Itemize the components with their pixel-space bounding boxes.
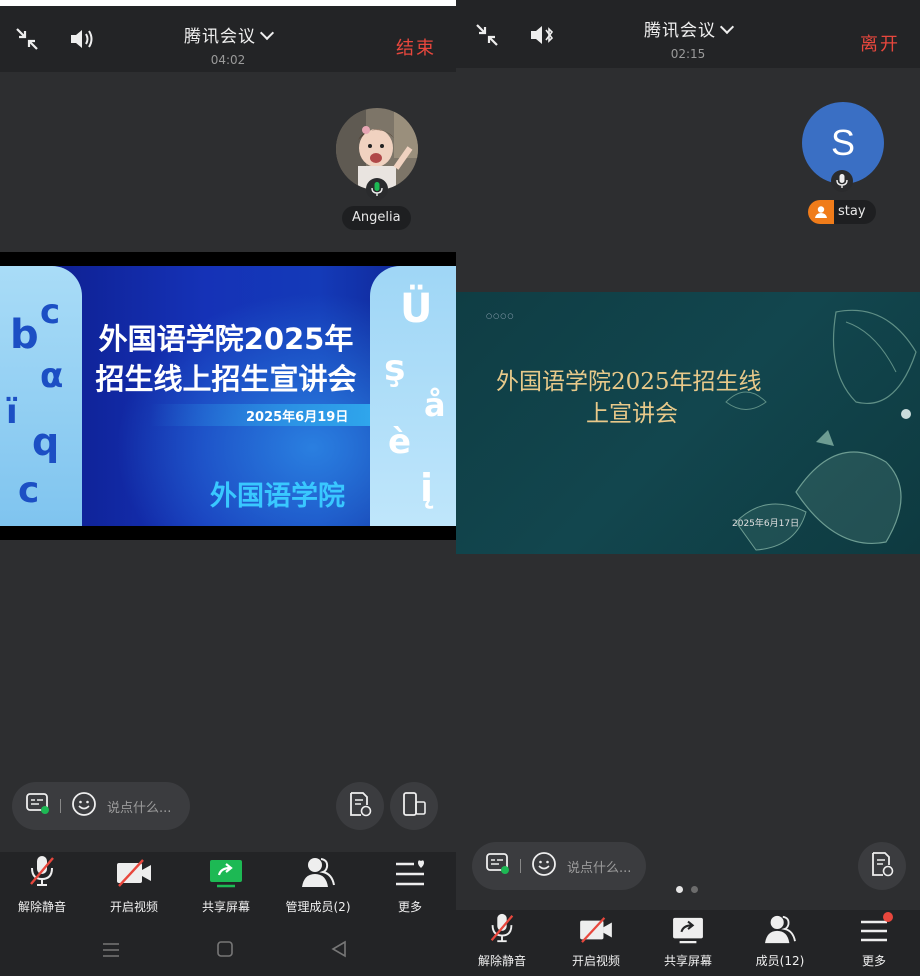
letter-deco: ï [6, 392, 18, 432]
share-screen-icon[interactable] [671, 916, 705, 948]
document-button[interactable] [336, 782, 384, 830]
document-button[interactable] [858, 842, 906, 890]
chat-input-bar[interactable]: 说点什么... [12, 782, 190, 830]
participant-name: Angelia [342, 206, 411, 230]
video-off-icon[interactable] [578, 916, 614, 948]
leave-meeting-button[interactable]: 离开 [860, 30, 900, 56]
floral-decoration [725, 309, 917, 551]
subtitle-icon[interactable] [26, 793, 50, 819]
unmute-button[interactable]: 解除静音 [456, 910, 548, 969]
chevron-down-icon[interactable] [719, 19, 735, 35]
start-video-button[interactable]: 开启视频 [550, 910, 642, 969]
top-bar: 腾讯会议 04:02 结束 [0, 6, 456, 72]
slide-title-line2: 招生线上招生宣讲会 [95, 362, 357, 396]
corner-dots: ○○○○ [486, 312, 515, 320]
letter-deco: Ü [400, 286, 433, 332]
slide-org: 外国语学院 [210, 481, 345, 512]
divider [60, 799, 61, 813]
emoji-icon[interactable] [71, 791, 97, 821]
slide-title-line1: 外国语学院2025年招生线 [496, 369, 762, 395]
letter-deco: α [40, 356, 64, 396]
bottom-toolbar: 解除静音 开启视频 共享屏幕 成员(12) 更多 [456, 910, 920, 976]
mic-muted-icon[interactable] [488, 912, 516, 948]
manage-members-label[interactable]: 管理成员(2) [272, 898, 364, 915]
chevron-down-icon[interactable] [259, 25, 275, 41]
document-icon[interactable] [348, 791, 372, 821]
meeting-title-area[interactable]: 腾讯会议 04:02 [0, 22, 456, 67]
share-screen-icon[interactable] [209, 858, 243, 892]
letter-deco: c [40, 292, 61, 332]
top-bar: 腾讯会议 02:15 离开 [456, 0, 920, 68]
slide-date: 2025年6月17日 [732, 519, 800, 529]
members-button[interactable]: 成员(12) [734, 910, 826, 969]
chat-placeholder[interactable]: 说点什么... [107, 797, 171, 816]
letter-deco: ş [384, 348, 406, 389]
share-screen-label[interactable]: 共享屏幕 [642, 952, 734, 969]
left-meeting-screen: 腾讯会议 04:02 结束 Angelia b c α ï q c Ü ş å … [0, 6, 456, 976]
unmute-label[interactable]: 解除静音 [0, 898, 88, 915]
right-meeting-screen: 腾讯会议 02:15 离开 S stay ○○○○ 外国语学院2025年招生线 … [456, 0, 920, 976]
video-off-icon[interactable] [115, 858, 153, 892]
menu-heart-icon[interactable] [394, 860, 426, 892]
notification-dot [883, 912, 893, 922]
document-icon[interactable] [870, 851, 894, 881]
mic-on-icon [366, 178, 388, 200]
mic-muted-icon[interactable] [28, 854, 56, 892]
device-switch-button[interactable] [390, 782, 438, 830]
page-dot[interactable] [691, 886, 698, 893]
participant-name-tag: stay [808, 200, 876, 224]
share-screen-label[interactable]: 共享屏幕 [180, 898, 272, 915]
meeting-title[interactable]: 腾讯会议 [644, 21, 716, 41]
members-icon[interactable] [763, 914, 797, 948]
host-badge-icon [808, 200, 834, 224]
phone-switch-icon[interactable] [401, 791, 427, 821]
more-label[interactable]: 更多 [828, 952, 920, 969]
meeting-title[interactable]: 腾讯会议 [184, 27, 256, 47]
participant-name: stay [838, 204, 866, 219]
recent-apps-icon[interactable] [102, 942, 120, 962]
page-dot-active[interactable] [676, 886, 683, 893]
members-icon[interactable] [301, 856, 335, 892]
shared-slide: b c α ï q c Ü ş å è į 外国语学院2025年 招生线上招生宣… [0, 252, 456, 540]
menu-icon[interactable] [859, 912, 893, 948]
letter-deco: c [18, 470, 40, 511]
chat-input-bar[interactable]: 说点什么... [472, 842, 646, 890]
more-button[interactable]: 更多 [828, 910, 920, 969]
more-label[interactable]: 更多 [364, 898, 456, 915]
letter-deco: b [10, 312, 39, 358]
meeting-timer: 02:15 [670, 47, 706, 61]
mic-icon [831, 170, 853, 192]
chat-placeholder[interactable]: 说点什么... [567, 857, 631, 876]
slide-date: 2025年6月19日 [246, 410, 349, 425]
home-icon[interactable] [216, 940, 234, 962]
bottom-toolbar: 解除静音 开启视频 共享屏幕 管理成员(2) 更多 [0, 852, 456, 926]
start-video-label[interactable]: 开启视频 [550, 952, 642, 969]
letter-deco: į [420, 466, 434, 510]
slide-title-line2: 上宣讲会 [586, 401, 678, 427]
unmute-label[interactable]: 解除静音 [456, 952, 548, 969]
subtitle-icon[interactable] [486, 853, 510, 879]
more-button[interactable]: 更多 [364, 852, 456, 915]
start-video-button[interactable]: 开启视频 [88, 852, 180, 915]
members-label[interactable]: 成员(12) [734, 952, 826, 969]
slide-title-line1: 外国语学院2025年 [98, 322, 354, 356]
letter-deco: è [388, 422, 412, 462]
manage-members-button[interactable]: 管理成员(2) [272, 852, 364, 915]
emoji-icon[interactable] [531, 851, 557, 881]
back-icon[interactable] [330, 940, 348, 962]
page-indicator[interactable] [676, 886, 698, 893]
start-video-label[interactable]: 开启视频 [88, 898, 180, 915]
avatar-letter: S [830, 122, 855, 163]
share-screen-button[interactable]: 共享屏幕 [180, 852, 272, 915]
unmute-button[interactable]: 解除静音 [0, 852, 88, 915]
letter-deco: q [32, 420, 60, 464]
divider [520, 859, 521, 873]
shared-slide: ○○○○ 外国语学院2025年招生线 上宣讲会 2025年6月17日 [456, 292, 920, 554]
android-nav-bar [0, 924, 456, 976]
end-meeting-button[interactable]: 结束 [396, 34, 436, 60]
share-screen-button[interactable]: 共享屏幕 [642, 910, 734, 969]
meeting-title-area[interactable]: 腾讯会议 02:15 [456, 16, 920, 61]
letter-deco: å [424, 386, 446, 424]
meeting-timer: 04:02 [210, 53, 246, 67]
